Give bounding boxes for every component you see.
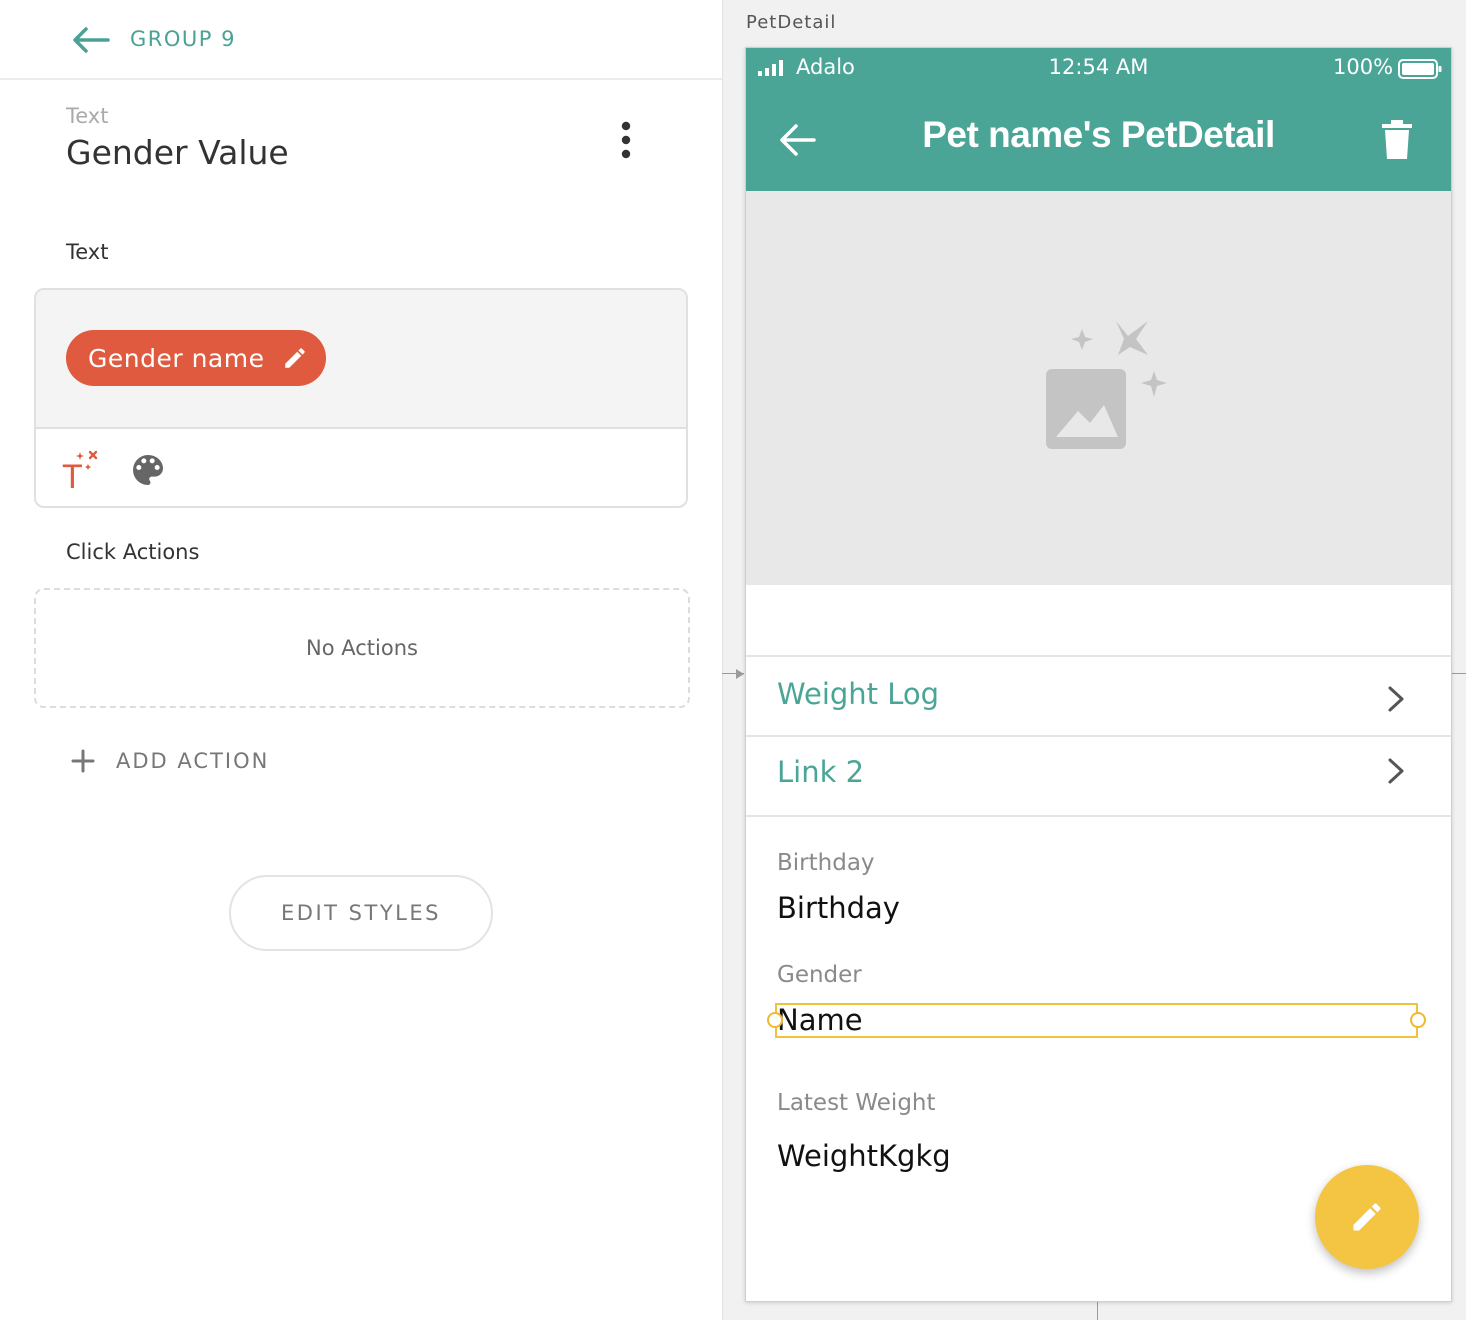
phone-screen[interactable]: Adalo 12:54 AM 100% Pet name's PetDetail… [745, 47, 1452, 1302]
guide-line [1450, 673, 1466, 674]
plus-icon [71, 749, 95, 773]
text-section-label: Text [66, 240, 109, 264]
chevron-right-icon [1388, 758, 1404, 784]
palette-icon[interactable] [128, 450, 168, 490]
image-placeholder[interactable] [746, 191, 1451, 585]
add-action-label: ADD ACTION [116, 749, 270, 773]
birthday-value[interactable]: Birthday [777, 891, 900, 925]
latest-weight-label: Latest Weight [777, 1090, 936, 1116]
more-vertical-icon[interactable] [610, 118, 642, 164]
edit-styles-button[interactable]: EDIT STYLES [229, 875, 493, 951]
image-placeholder-icon [1046, 321, 1167, 449]
text-editor-box[interactable]: Gender name T [34, 288, 688, 508]
chevron-right-icon [1388, 686, 1404, 712]
component-name[interactable]: Gender Value [66, 133, 289, 172]
no-actions-text: No Actions [306, 636, 418, 660]
magic-text-chip-label: Gender name [88, 343, 265, 373]
app-bar-title: Pet name's PetDetail [922, 114, 1275, 155]
pencil-icon [1353, 1203, 1381, 1231]
screen-label[interactable]: PetDetail [746, 12, 836, 33]
guide-arrow [736, 669, 744, 679]
svg-text:T: T [62, 458, 83, 492]
gender-label: Gender [777, 962, 862, 988]
group-title[interactable]: GROUP 9 [130, 27, 236, 51]
magic-text-chip[interactable]: Gender name [66, 330, 327, 386]
latest-weight-value[interactable]: WeightKgkg [777, 1139, 951, 1173]
gender-value[interactable]: Name [777, 1003, 863, 1037]
battery-percent: 100% [1333, 55, 1394, 79]
back-arrow-icon[interactable] [70, 24, 110, 56]
delete-icon[interactable] [1380, 120, 1414, 160]
list-item-label: Weight Log [777, 677, 940, 711]
list-item-weight-log[interactable]: Weight Log [746, 655, 1451, 735]
guide-line [1097, 1300, 1098, 1320]
add-action-button[interactable]: ADD ACTION [70, 748, 269, 774]
list-item-label: Link 2 [777, 755, 865, 789]
text-editor-input[interactable]: Gender name [36, 290, 686, 429]
selection-outline[interactable] [775, 1003, 1418, 1038]
resize-handle-right[interactable] [1410, 1012, 1426, 1028]
edit-fab-button[interactable] [1315, 1165, 1419, 1269]
app-bar: Adalo 12:54 AM 100% Pet name's PetDetail [746, 48, 1451, 191]
list-item-link-2[interactable]: Link 2 [746, 735, 1451, 817]
click-actions-label: Click Actions [66, 540, 200, 564]
pencil-icon[interactable] [282, 345, 308, 371]
properties-panel: GROUP 9 Text Gender Value Text Gender na… [0, 0, 723, 1320]
birthday-label: Birthday [777, 850, 875, 876]
resize-handle-left[interactable] [767, 1012, 783, 1028]
magic-text-icon[interactable]: T [60, 448, 100, 492]
component-type-label: Text [66, 104, 109, 128]
actions-list: No Actions [34, 588, 690, 708]
panel-header: GROUP 9 [0, 0, 722, 80]
battery-icon [1398, 59, 1442, 79]
